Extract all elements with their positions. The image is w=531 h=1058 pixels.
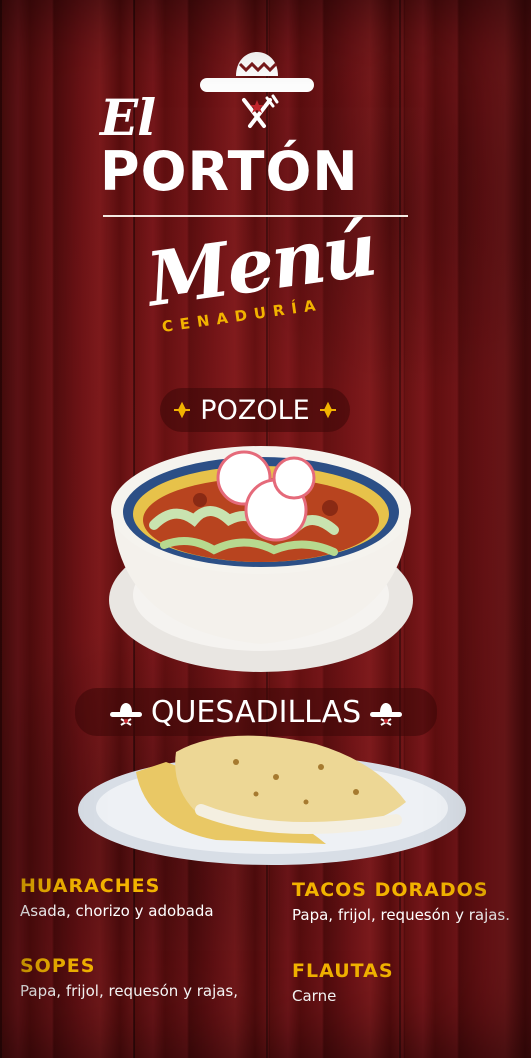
item-description: Asada, chorizo y adobada — [20, 901, 214, 920]
item-name: SOPES — [20, 955, 96, 977]
item-name: HUARACHES — [20, 875, 161, 897]
section-pozole-label: POZOLE — [200, 394, 310, 426]
menu-item-flautas: FLAUTAS Carne — [292, 961, 517, 1006]
item-description: Papa, frijol, requesón y rajas. — [292, 905, 511, 924]
quesadilla-plate-image — [78, 735, 466, 865]
section-quesadillas: QUESADILLAS — [75, 688, 437, 736]
pozole-bowl-image — [109, 446, 413, 672]
ornament-icon — [319, 401, 336, 419]
sombrero-icon — [370, 703, 403, 726]
menu-item-tacos-dorados: TACOS DORADOS Papa, frijol, requesón y r… — [292, 880, 517, 925]
ornament-icon — [174, 401, 191, 419]
brand-name: PORTÓN — [100, 140, 359, 203]
item-name: FLAUTAS — [292, 960, 394, 982]
item-name: TACOS DORADOS — [292, 879, 489, 901]
sombrero-icon — [109, 703, 142, 726]
menu-item-sopes: SOPES Papa, frijol, requesón y rajas, — [20, 956, 255, 1001]
item-description: Papa, frijol, requesón y rajas, — [20, 981, 239, 1000]
brand-prefix: El — [100, 88, 156, 147]
item-description: Carne — [292, 986, 337, 1005]
section-pozole: POZOLE — [160, 388, 350, 432]
menu-page: El PORTÓN Menú CENADURÍA POZOLE QUESADIL… — [0, 0, 531, 1058]
section-quesadillas-label: QUESADILLAS — [150, 694, 362, 730]
sombrero-utensils-icon — [200, 52, 314, 128]
menu-item-huaraches: HUARACHES Asada, chorizo y adobada — [20, 876, 280, 921]
